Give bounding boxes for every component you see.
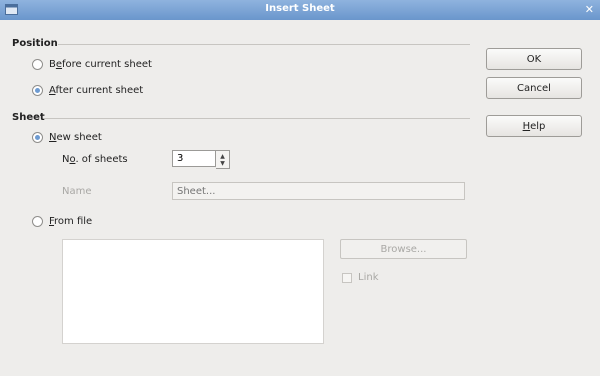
from-file-option[interactable]: From file [32, 216, 92, 227]
link-label: Link [358, 272, 379, 283]
name-label: Name [62, 186, 92, 197]
sheet-section-label: Sheet [12, 112, 45, 123]
after-current-sheet-radio[interactable] [32, 85, 43, 96]
link-option[interactable]: Link [342, 272, 378, 283]
before-current-sheet-option[interactable]: Before current sheet [32, 59, 152, 70]
stepper-up-icon[interactable]: ▲ [220, 153, 225, 160]
link-checkbox[interactable] [342, 272, 352, 283]
file-sheet-list[interactable] [62, 239, 324, 344]
before-current-sheet-radio[interactable] [32, 59, 43, 70]
cancel-button[interactable]: Cancel [486, 77, 582, 99]
after-current-sheet-option[interactable]: After current sheet [32, 85, 143, 96]
no-of-sheets-stepper[interactable]: ▲ ▼ [172, 150, 230, 169]
ok-button[interactable]: OK [486, 48, 582, 70]
title-bar: Insert Sheet ✕ [0, 0, 600, 20]
name-input[interactable] [172, 182, 465, 200]
before-current-sheet-label: Before current sheet [49, 59, 152, 70]
dialog-title: Insert Sheet [265, 3, 335, 14]
sheet-divider [44, 118, 470, 119]
stepper-down-icon[interactable]: ▼ [220, 160, 225, 167]
new-sheet-label: New sheet [49, 132, 102, 143]
close-icon[interactable]: ✕ [585, 3, 594, 16]
after-current-sheet-label: After current sheet [49, 85, 144, 96]
new-sheet-option[interactable]: New sheet [32, 132, 102, 143]
stepper-buttons[interactable]: ▲ ▼ [216, 150, 230, 169]
insert-sheet-dialog: Insert Sheet ✕ Position Before current s… [0, 0, 600, 376]
position-divider [58, 44, 470, 45]
no-of-sheets-label: No. of sheets [62, 154, 128, 165]
no-of-sheets-input[interactable] [172, 150, 216, 167]
position-section-label: Position [12, 38, 58, 49]
browse-button[interactable]: Browse... [340, 239, 467, 259]
new-sheet-radio[interactable] [32, 132, 43, 143]
from-file-label: From file [49, 216, 93, 227]
from-file-radio[interactable] [32, 216, 43, 227]
help-button[interactable]: Help [486, 115, 582, 137]
